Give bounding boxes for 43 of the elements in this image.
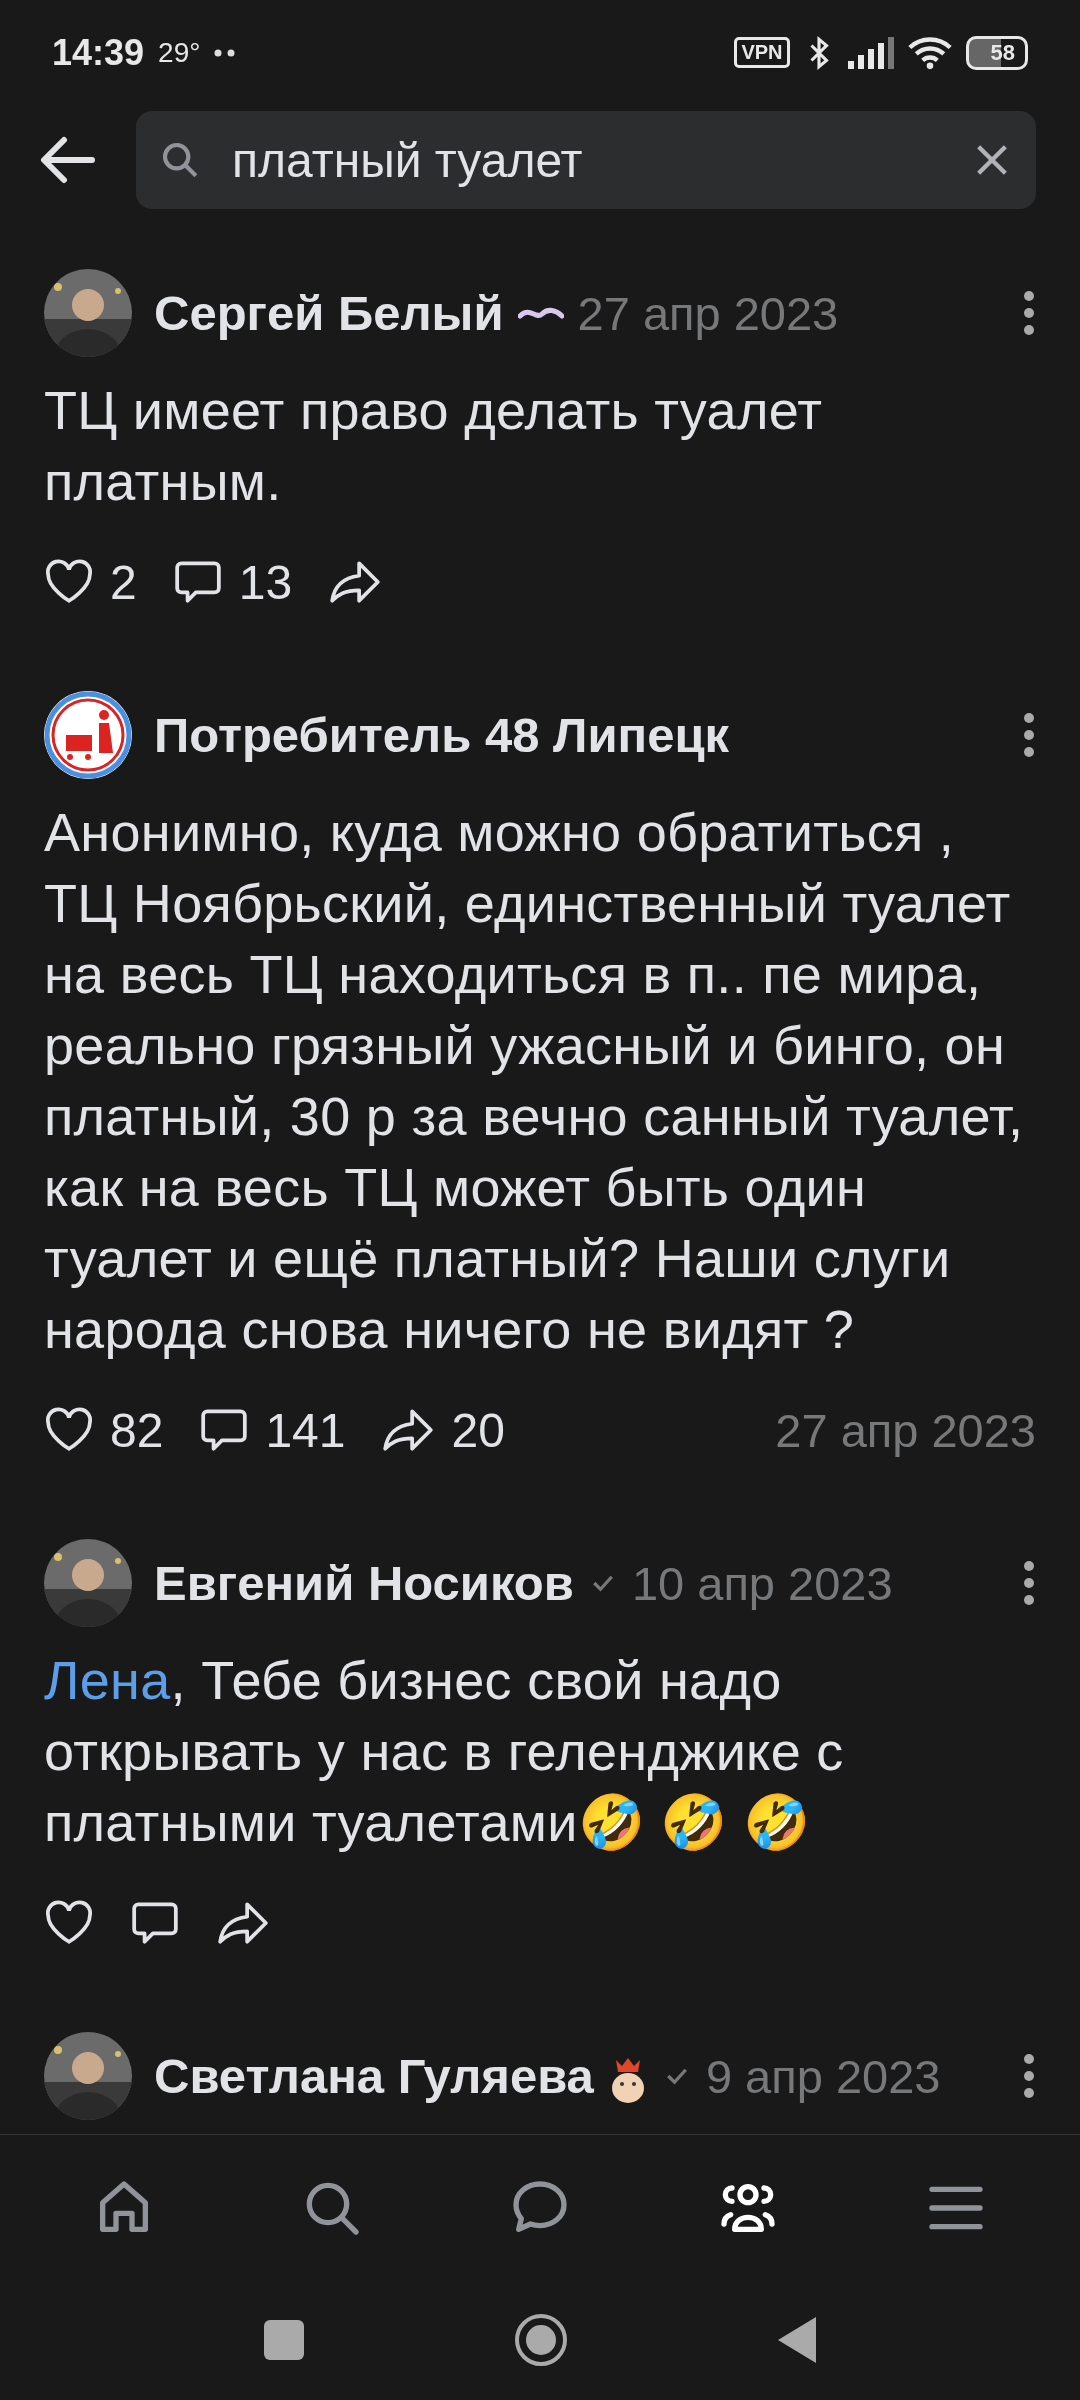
battery-level: 58: [965, 35, 1028, 70]
mention-link[interactable]: Лена: [44, 1650, 171, 1710]
search-icon: [160, 140, 200, 180]
comment-text: Лена, Тебе бизнес свой надо открывать у нас в геленджике с платными туалетами🤣 🤣 🤣: [44, 1649, 845, 1854]
share-icon: [328, 559, 383, 605]
vpn-badge: VPN: [734, 37, 790, 68]
home-button-icon[interactable]: [514, 2313, 568, 2367]
temperature: 29°: [158, 36, 201, 69]
heart-icon: [44, 559, 94, 605]
share-button[interactable]: [216, 1900, 270, 1946]
signal-icon: [847, 36, 894, 69]
more-button[interactable]: [1022, 711, 1036, 759]
comment-button[interactable]: 141: [199, 1402, 346, 1458]
more-button[interactable]: [1022, 2052, 1036, 2100]
share-icon: [216, 1900, 270, 1946]
like-button[interactable]: 2: [44, 554, 137, 610]
comment-button[interactable]: 13: [172, 554, 293, 610]
status-time: 14:39: [52, 31, 145, 74]
heart-icon: [44, 1407, 94, 1453]
post-date: 10 апр 2023: [631, 1555, 893, 1611]
comment-text: ТЦ имеет право делать туалет платным.: [44, 379, 824, 513]
share-button[interactable]: 20: [381, 1402, 505, 1458]
back-button[interactable]: [40, 136, 96, 184]
like-button[interactable]: [44, 1900, 94, 1946]
comment-text: Анонимно, куда можно обратиться , ТЦ Ноябрьский, единственный туалет на весь ТЦ находиться в п.. пе мира, реально грязный ужасный и бинго, он платный, 30 р за вечно санный туалет, как на весь ТЦ может быть один туалет и ещё платный? Наши слуги народа снова ничего не видят ?: [44, 801, 1025, 1361]
more-button[interactable]: [1022, 289, 1036, 337]
back-triangle-icon[interactable]: [778, 2317, 816, 2363]
search-field[interactable]: платный туалет: [230, 131, 942, 189]
more-button[interactable]: [1022, 1559, 1036, 1607]
author-name[interactable]: Потребитель 48 Липецк: [154, 707, 730, 763]
notification-dots-icon: [214, 48, 237, 57]
author-name[interactable]: Сергей Белый: [154, 285, 504, 341]
post-date: 27 апр 2023: [577, 285, 839, 341]
post-date: 27 апр 2023: [775, 1402, 1036, 1458]
author-name[interactable]: Светлана Гуляева: [154, 2048, 594, 2104]
post-date: 9 апр 2023: [705, 2048, 941, 2104]
like-button[interactable]: 82: [44, 1402, 164, 1458]
share-button[interactable]: [328, 559, 383, 605]
search-field[interactable]: платный туалет: [136, 111, 1036, 209]
share-icon: [381, 1407, 436, 1453]
wifi-icon: [907, 35, 952, 70]
author-name[interactable]: Евгений Носиков: [154, 1555, 574, 1611]
heart-icon: [44, 1900, 94, 1946]
